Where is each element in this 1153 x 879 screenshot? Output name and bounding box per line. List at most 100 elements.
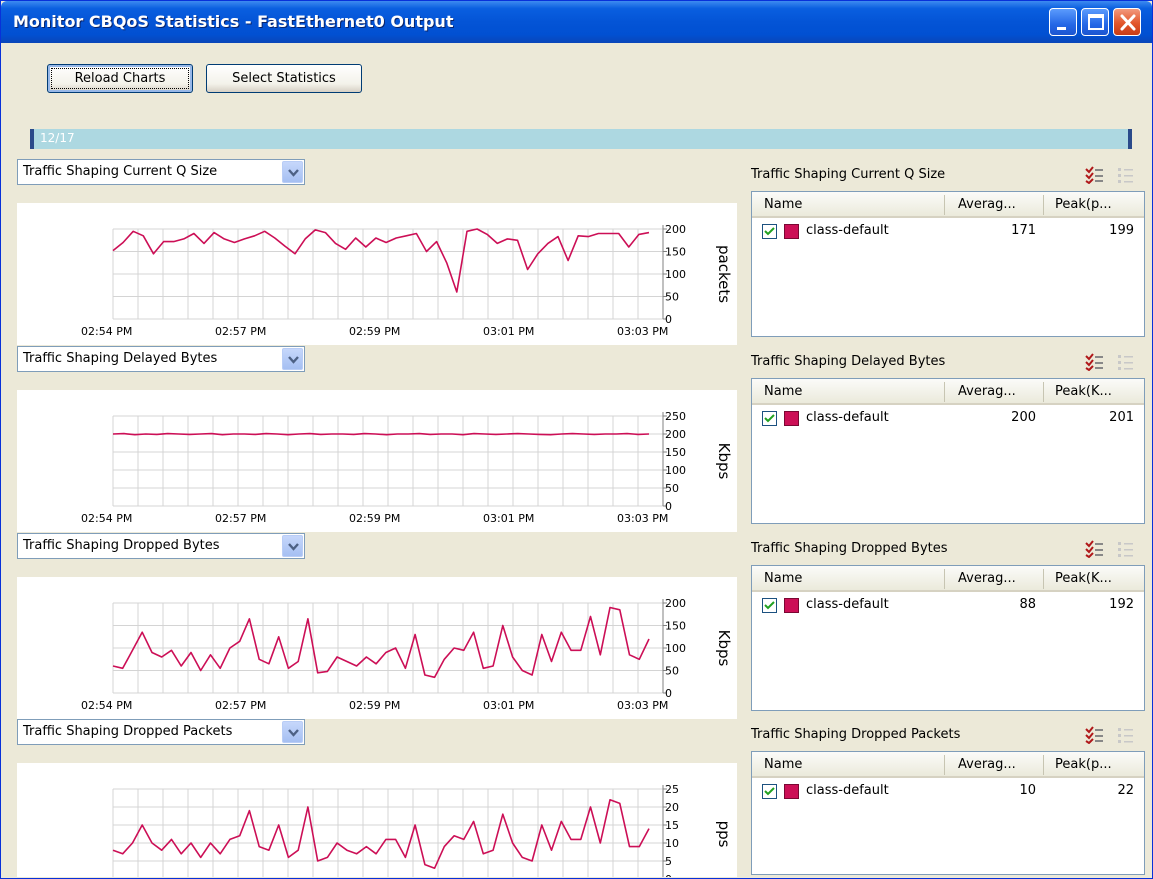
x-tick-label: 02:57 PM bbox=[215, 512, 266, 525]
column-header-name[interactable]: Name bbox=[764, 571, 802, 586]
column-header-name[interactable]: Name bbox=[764, 197, 802, 212]
column-header-peak[interactable]: Peak(p... bbox=[1055, 757, 1112, 772]
row-name: class-default bbox=[806, 597, 889, 612]
table-row[interactable]: class-default 171 199 bbox=[752, 218, 1144, 242]
y-tick-label: 50 bbox=[665, 291, 679, 304]
chevron-down-icon[interactable] bbox=[282, 535, 303, 557]
column-header-name[interactable]: Name bbox=[764, 757, 802, 772]
statistics-table: Name Averag... Peak(p... class-default 171 19… bbox=[751, 191, 1145, 337]
table-row[interactable]: class-default 10 22 bbox=[752, 778, 1144, 802]
select-statistics-button[interactable]: Select Statistics bbox=[206, 64, 362, 93]
y-tick-label: 10 bbox=[665, 837, 679, 850]
x-tick-label: 02:59 PM bbox=[349, 325, 400, 338]
row-average: 10 bbox=[1019, 783, 1036, 798]
select-all-icon[interactable] bbox=[1084, 353, 1104, 371]
row-average: 171 bbox=[1011, 223, 1036, 238]
chevron-down-icon[interactable] bbox=[282, 161, 303, 183]
line-chart: 252015105002:54 PM02:57 PM02:59 PM03:01 … bbox=[17, 763, 737, 877]
close-button[interactable] bbox=[1113, 8, 1141, 36]
y-axis-label: pps bbox=[715, 821, 733, 848]
series-color-swatch bbox=[784, 784, 799, 799]
column-divider[interactable] bbox=[944, 755, 945, 775]
progress-text: 12/17 bbox=[40, 131, 75, 145]
row-name: class-default bbox=[806, 410, 889, 425]
table-header: Name Averag... Peak(K... bbox=[752, 566, 1144, 592]
panel-title: Traffic Shaping Current Q Size bbox=[751, 167, 946, 182]
x-tick-label: 03:03 PM bbox=[617, 699, 668, 712]
column-header-peak[interactable]: Peak(p... bbox=[1055, 197, 1112, 212]
y-tick-label: 150 bbox=[665, 620, 686, 633]
column-header-name[interactable]: Name bbox=[764, 384, 802, 399]
x-tick-label: 03:01 PM bbox=[483, 325, 534, 338]
y-tick-label: 25 bbox=[665, 783, 679, 796]
reload-charts-button[interactable]: Reload Charts bbox=[47, 64, 193, 93]
minimize-button[interactable] bbox=[1049, 8, 1077, 36]
y-tick-label: 15 bbox=[665, 819, 679, 832]
series-line-class-default bbox=[112, 798, 650, 869]
x-tick-label: 02:54 PM bbox=[81, 325, 132, 338]
statistic-dropdown-value: Traffic Shaping Dropped Packets bbox=[23, 724, 233, 739]
column-divider[interactable] bbox=[944, 195, 945, 215]
chart-svg: 20015010050002:54 PM 02:57 PM 02:59 PM 03:0… bbox=[81, 597, 733, 712]
series-checkbox[interactable] bbox=[762, 598, 777, 613]
maximize-button[interactable] bbox=[1081, 8, 1109, 36]
statistic-dropdown[interactable]: Traffic Shaping Dropped Bytes bbox=[17, 533, 305, 559]
series-checkbox[interactable] bbox=[762, 784, 777, 799]
statistics-table: Name Averag... Peak(K... class-default 88 192 bbox=[751, 565, 1145, 711]
chevron-down-icon[interactable] bbox=[282, 721, 303, 743]
statistic-dropdown[interactable]: Traffic Shaping Dropped Packets bbox=[17, 719, 305, 745]
series-checkbox[interactable] bbox=[762, 411, 777, 426]
column-divider[interactable] bbox=[1043, 755, 1044, 775]
series-line-class-default bbox=[112, 228, 650, 293]
row-average: 88 bbox=[1019, 597, 1036, 612]
chevron-down-icon[interactable] bbox=[282, 348, 303, 370]
x-tick-label: 03:01 PM bbox=[483, 699, 534, 712]
column-header-average[interactable]: Averag... bbox=[958, 197, 1016, 212]
series-checkbox[interactable] bbox=[762, 224, 777, 239]
panel-toolbar bbox=[1084, 726, 1144, 744]
y-tick-label: 200 bbox=[665, 597, 686, 610]
select-all-icon[interactable] bbox=[1084, 540, 1104, 558]
deselect-all-icon[interactable] bbox=[1116, 353, 1136, 371]
table-row[interactable]: class-default 88 192 bbox=[752, 592, 1144, 616]
column-divider[interactable] bbox=[944, 382, 945, 402]
close-icon bbox=[1120, 14, 1136, 31]
x-tick-label: 03:01 PM bbox=[483, 512, 534, 525]
statistic-dropdown[interactable]: Traffic Shaping Delayed Bytes bbox=[17, 346, 305, 372]
y-tick-label: 0 bbox=[665, 873, 672, 877]
panel-toolbar bbox=[1084, 166, 1144, 184]
column-header-peak[interactable]: Peak(K... bbox=[1055, 384, 1112, 399]
y-tick-label: 200 bbox=[665, 428, 686, 441]
table-row[interactable]: class-default 200 201 bbox=[752, 405, 1144, 429]
select-all-icon[interactable] bbox=[1084, 726, 1104, 744]
panel-title: Traffic Shaping Dropped Bytes bbox=[751, 541, 948, 556]
deselect-all-icon[interactable] bbox=[1116, 540, 1136, 558]
column-header-average[interactable]: Averag... bbox=[958, 571, 1016, 586]
y-tick-label: 50 bbox=[665, 482, 679, 495]
y-tick-label: 20 bbox=[665, 801, 679, 814]
statistics-table: Name Averag... Peak(p... class-default 10 22 bbox=[751, 751, 1145, 875]
minimize-icon bbox=[1057, 27, 1066, 30]
row-name: class-default bbox=[806, 223, 889, 238]
y-axis-label: Kbps bbox=[715, 630, 733, 667]
deselect-all-icon[interactable] bbox=[1116, 166, 1136, 184]
series-line-class-default bbox=[112, 606, 650, 679]
statistic-dropdown-value: Traffic Shaping Dropped Bytes bbox=[23, 538, 220, 553]
column-divider[interactable] bbox=[1043, 569, 1044, 589]
panel-title: Traffic Shaping Dropped Packets bbox=[751, 727, 961, 742]
checkmark-icon bbox=[764, 601, 775, 610]
column-divider[interactable] bbox=[1043, 195, 1044, 215]
table-header: Name Averag... Peak(p... bbox=[752, 752, 1144, 778]
column-divider[interactable] bbox=[1043, 382, 1044, 402]
column-header-average[interactable]: Averag... bbox=[958, 757, 1016, 772]
statistic-dropdown[interactable]: Traffic Shaping Current Q Size bbox=[17, 159, 305, 185]
panel-toolbar bbox=[1084, 540, 1144, 558]
progress-bar: 12/17 bbox=[30, 129, 1132, 149]
y-tick-label: 200 bbox=[665, 223, 686, 236]
deselect-all-icon[interactable] bbox=[1116, 726, 1136, 744]
column-header-peak[interactable]: Peak(K... bbox=[1055, 571, 1112, 586]
column-header-average[interactable]: Averag... bbox=[958, 384, 1016, 399]
column-divider[interactable] bbox=[944, 569, 945, 589]
title-bar[interactable]: Monitor CBQoS Statistics - FastEthernet0… bbox=[1, 1, 1152, 43]
select-all-icon[interactable] bbox=[1084, 166, 1104, 184]
